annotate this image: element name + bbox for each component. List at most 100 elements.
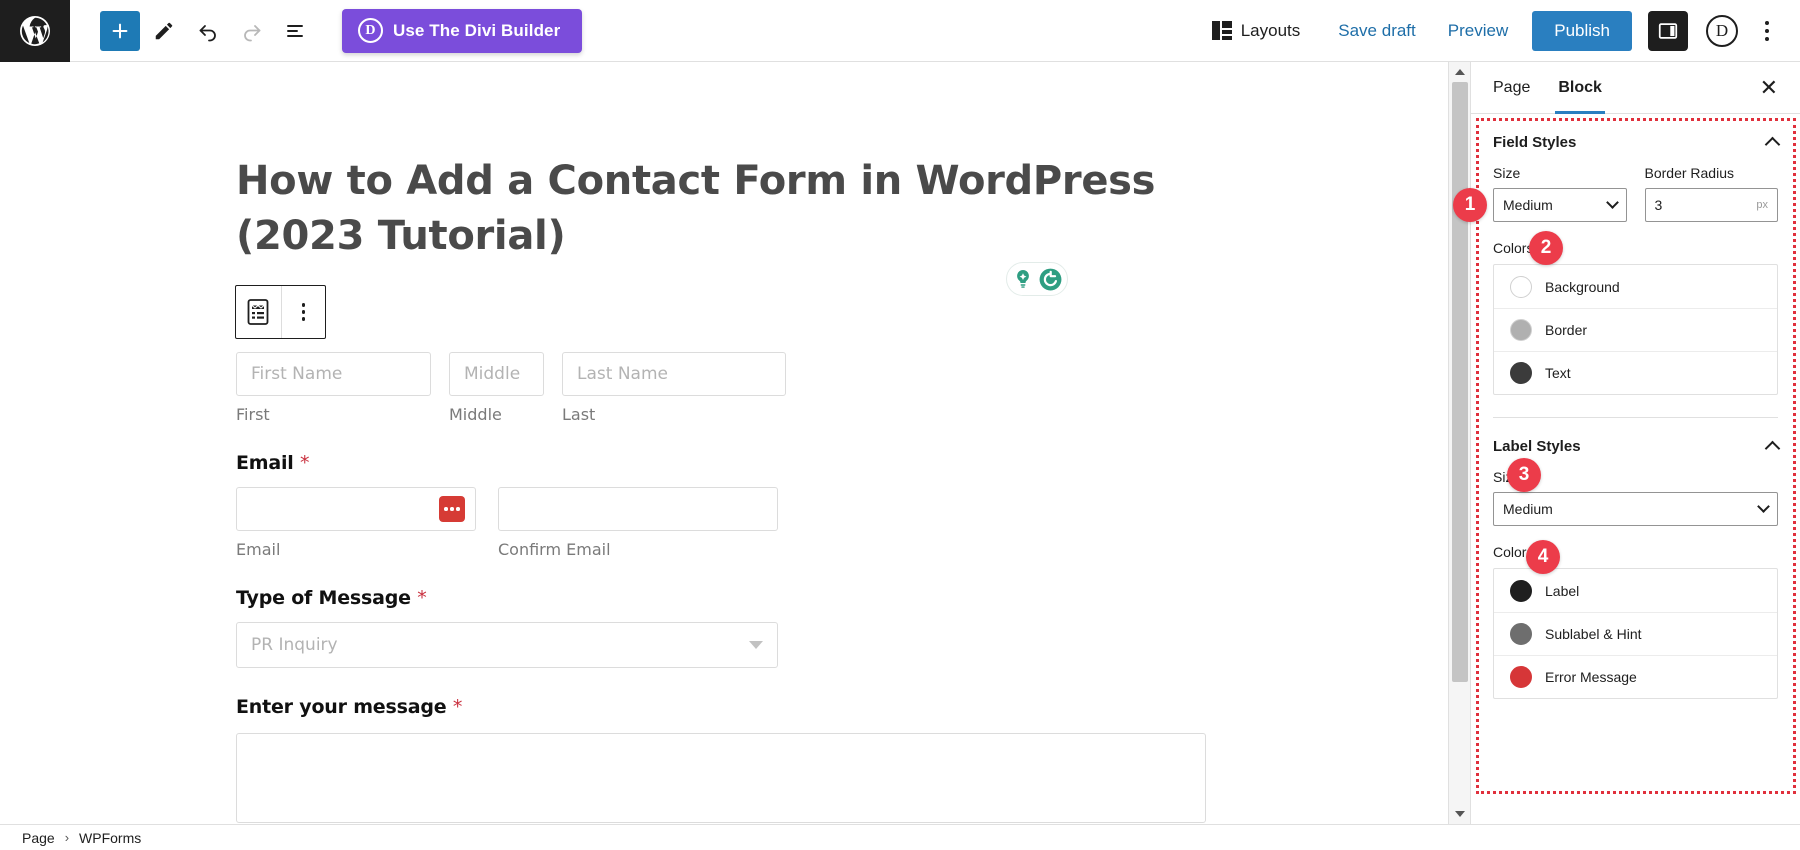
- scrollbar-thumb[interactable]: [1451, 82, 1468, 682]
- field-size-select[interactable]: Medium: [1493, 188, 1627, 222]
- scroll-up-button[interactable]: [1449, 62, 1470, 82]
- form-hint-icons: [1006, 262, 1068, 296]
- lightbulb-icon: [1012, 268, 1034, 290]
- color-label: Background: [1545, 278, 1620, 295]
- panel-field-styles: Field Styles Size Medium Border Radius 3…: [1471, 114, 1800, 418]
- editor-root: D Use The Divi Builder Layouts Save draf…: [0, 0, 1800, 850]
- confirm-email-input[interactable]: [498, 487, 778, 531]
- publish-button[interactable]: Publish: [1532, 10, 1632, 51]
- color-swatch[interactable]: [1510, 362, 1532, 384]
- color-label: Error Message: [1545, 669, 1637, 685]
- chevron-down-icon: [1605, 196, 1619, 209]
- chevron-up-icon[interactable]: [1764, 440, 1781, 457]
- tab-page[interactable]: Page: [1493, 62, 1530, 114]
- required-marker: *: [300, 452, 310, 474]
- email-column: Email: [236, 487, 476, 559]
- list-view-icon[interactable]: [276, 11, 316, 51]
- color-label: Text: [1545, 365, 1571, 381]
- tab-block[interactable]: Block: [1555, 62, 1605, 114]
- name-middle-column: Middle Middle: [449, 352, 544, 424]
- color-row-background[interactable]: Background: [1494, 265, 1777, 308]
- label-size-select[interactable]: Medium: [1493, 492, 1778, 526]
- border-radius-input[interactable]: 3 px: [1644, 188, 1778, 222]
- kebab-menu-icon: [301, 303, 305, 321]
- sublabel: Email: [236, 540, 281, 559]
- field-label-text: Type of Message: [236, 587, 411, 609]
- wpforms-block-icon[interactable]: [236, 286, 281, 338]
- breadcrumb-item-page[interactable]: Page: [22, 830, 55, 846]
- form-field-type-of-message: Type of Message * PR Inquiry: [236, 587, 1236, 668]
- more-options-button[interactable]: [1750, 11, 1784, 51]
- first-name-input[interactable]: First Name: [236, 352, 431, 396]
- breadcrumb-item-wpforms[interactable]: WPForms: [79, 830, 141, 846]
- field-label: Type of Message *: [236, 587, 1236, 609]
- panel-header[interactable]: Field Styles: [1493, 114, 1781, 165]
- input-placeholder: First Name: [251, 364, 343, 384]
- type-of-message-select[interactable]: PR Inquiry: [236, 622, 778, 668]
- layouts-label: Layouts: [1240, 20, 1301, 40]
- select-value: Medium: [1503, 197, 1553, 213]
- name-last-column: Last Name Last: [562, 352, 786, 424]
- control-label: Size: [1493, 165, 1521, 181]
- undo-button[interactable]: [188, 11, 228, 51]
- color-row-error-message[interactable]: Error Message: [1494, 655, 1777, 698]
- annotation-badge-1: 1: [1453, 188, 1487, 222]
- color-row-sublabel-hint[interactable]: Sublabel & Hint: [1494, 612, 1777, 655]
- sublabel: First: [236, 405, 270, 424]
- required-marker: *: [452, 696, 463, 718]
- wpforms-preview: Name * First Name First Middle Midd: [236, 317, 1236, 823]
- sublabel: Last: [562, 405, 596, 424]
- pencil-icon[interactable]: [144, 11, 184, 51]
- required-marker: *: [417, 587, 427, 609]
- color-swatch[interactable]: [1510, 319, 1532, 341]
- field-size-control: Size Medium: [1493, 165, 1627, 222]
- form-field-email: Email * Email Confirm Email: [236, 452, 1236, 559]
- panel-header[interactable]: Label Styles: [1493, 418, 1781, 469]
- chevron-down-icon: [1757, 500, 1770, 513]
- annotation-badge-2: 2: [1529, 231, 1563, 265]
- middle-name-input[interactable]: Middle: [449, 352, 544, 396]
- field-colors-list: Background Border Text: [1493, 264, 1778, 395]
- color-swatch[interactable]: [1510, 666, 1532, 688]
- chevron-down-icon: [1454, 811, 1465, 817]
- color-row-text[interactable]: Text: [1494, 351, 1777, 394]
- toolbar-tools-group: D Use The Divi Builder: [70, 8, 583, 53]
- color-swatch[interactable]: [1510, 275, 1532, 298]
- settings-sidebar-toggle[interactable]: [1648, 10, 1688, 51]
- confirm-email-column: Confirm Email: [498, 487, 778, 559]
- layouts-button[interactable]: Layouts: [1211, 20, 1301, 41]
- field-label: Email *: [236, 452, 1236, 474]
- field-label: Name *: [236, 317, 1236, 339]
- layouts-icon: [1211, 21, 1232, 40]
- chevron-up-icon[interactable]: [1764, 136, 1781, 153]
- annotation-badge-3: 3: [1507, 458, 1541, 492]
- message-textarea[interactable]: [236, 733, 1206, 823]
- page-title[interactable]: How to Add a Contact Form in WordPress (…: [236, 154, 1236, 264]
- form-field-message: Enter your message *: [236, 696, 1236, 823]
- preview-button[interactable]: Preview: [1432, 21, 1524, 41]
- editor-canvas: How to Add a Contact Form in WordPress (…: [0, 62, 1448, 824]
- use-divi-builder-button[interactable]: D Use The Divi Builder: [342, 8, 583, 53]
- select-value: Medium: [1503, 501, 1553, 517]
- divi-options-icon[interactable]: D: [1706, 14, 1738, 47]
- color-row-label[interactable]: Label: [1494, 569, 1777, 612]
- field-label-text: Email: [236, 452, 294, 474]
- inspector-scrollbar[interactable]: [1448, 62, 1470, 824]
- redo-button[interactable]: [232, 11, 272, 51]
- sublabel: Middle: [449, 405, 502, 424]
- scroll-down-button[interactable]: [1449, 804, 1470, 824]
- last-name-input[interactable]: Last Name: [562, 352, 786, 396]
- color-label: Border: [1545, 322, 1588, 338]
- dropdown-caret-icon: [749, 641, 763, 649]
- save-draft-button[interactable]: Save draft: [1322, 21, 1432, 41]
- close-icon[interactable]: ✕: [1760, 76, 1778, 99]
- color-swatch[interactable]: [1510, 579, 1532, 602]
- add-block-button[interactable]: [100, 10, 140, 51]
- email-input[interactable]: [236, 487, 476, 531]
- block-options-button[interactable]: [280, 286, 326, 338]
- toolbar-actions-group: Layouts Save draft Preview Publish D: [1211, 10, 1800, 51]
- lastpass-dots-icon[interactable]: [439, 496, 465, 522]
- wordpress-logo-icon[interactable]: [0, 0, 70, 62]
- color-swatch[interactable]: [1510, 623, 1532, 645]
- color-row-border[interactable]: Border: [1494, 308, 1777, 351]
